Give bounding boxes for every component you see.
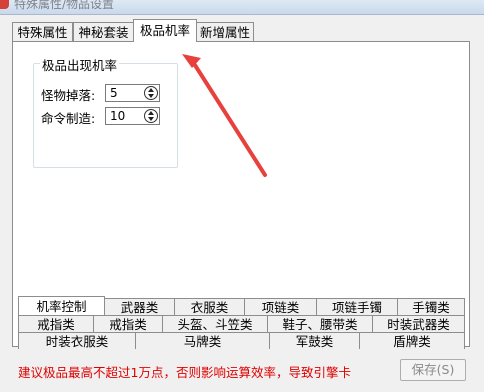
arrow-up-icon[interactable] <box>148 88 154 92</box>
tab-helmet-hat[interactable]: 头盔、斗笠类 <box>162 315 268 332</box>
tab-bracelet[interactable]: 手镯类 <box>397 298 465 315</box>
monster-drop-spinner[interactable] <box>105 84 160 102</box>
monster-drop-spin-buttons[interactable] <box>144 86 158 100</box>
tab-weapons[interactable]: 武器类 <box>104 298 175 315</box>
tab-necklace[interactable]: 项链类 <box>244 298 317 315</box>
command-craft-spinner[interactable] <box>105 107 160 125</box>
tab-special-attributes[interactable]: 特殊属性 <box>12 22 73 41</box>
tab-necklace-bracelet[interactable]: 项链手镯 <box>316 298 398 315</box>
tab-clothes[interactable]: 衣服类 <box>174 298 245 315</box>
window-title: 特殊属性/物品设置 <box>14 0 115 11</box>
tab-fashion-weapon[interactable]: 时装武器类 <box>372 315 465 332</box>
rare-probability-group: 极品出现机率 怪物掉落: 命令制造: <box>33 55 178 168</box>
tab-shield[interactable]: 盾牌类 <box>359 332 465 349</box>
command-craft-input[interactable] <box>108 108 148 124</box>
tab-new-attributes[interactable]: 新增属性 <box>196 22 254 41</box>
arrow-down-icon[interactable] <box>148 94 154 98</box>
group-title: 极品出现机率 <box>40 55 120 74</box>
arrow-up-icon[interactable] <box>148 111 154 115</box>
tab-ring-1[interactable]: 戒指类 <box>18 315 94 332</box>
command-craft-spin-buttons[interactable] <box>144 109 158 123</box>
app-icon <box>0 0 9 9</box>
monster-drop-input[interactable] <box>108 85 148 101</box>
tab-fashion-clothes[interactable]: 时装衣服类 <box>18 332 136 349</box>
tab-ring-2[interactable]: 戒指类 <box>93 315 163 332</box>
warning-text: 建议极品最高不超过1万点，否则影响运算效率，导致引擎卡 <box>18 365 351 380</box>
arrow-down-icon[interactable] <box>148 117 154 121</box>
tab-rare-probability[interactable]: 极品机率 <box>133 19 197 42</box>
tab-probability-control[interactable]: 机率控制 <box>18 296 105 315</box>
command-craft-label: 命令制造: <box>41 111 96 126</box>
tab-shoes-belt[interactable]: 鞋子、腰带类 <box>267 315 373 332</box>
tab-horse-tag[interactable]: 马牌类 <box>135 332 270 349</box>
save-button[interactable]: 保存(S) <box>400 359 466 381</box>
tab-war-drum[interactable]: 军鼓类 <box>269 332 360 349</box>
tab-mystery-set[interactable]: 神秘套装 <box>73 22 134 41</box>
window-titlebar: 特殊属性/物品设置 <box>0 0 484 15</box>
monster-drop-label: 怪物掉落: <box>41 88 96 103</box>
